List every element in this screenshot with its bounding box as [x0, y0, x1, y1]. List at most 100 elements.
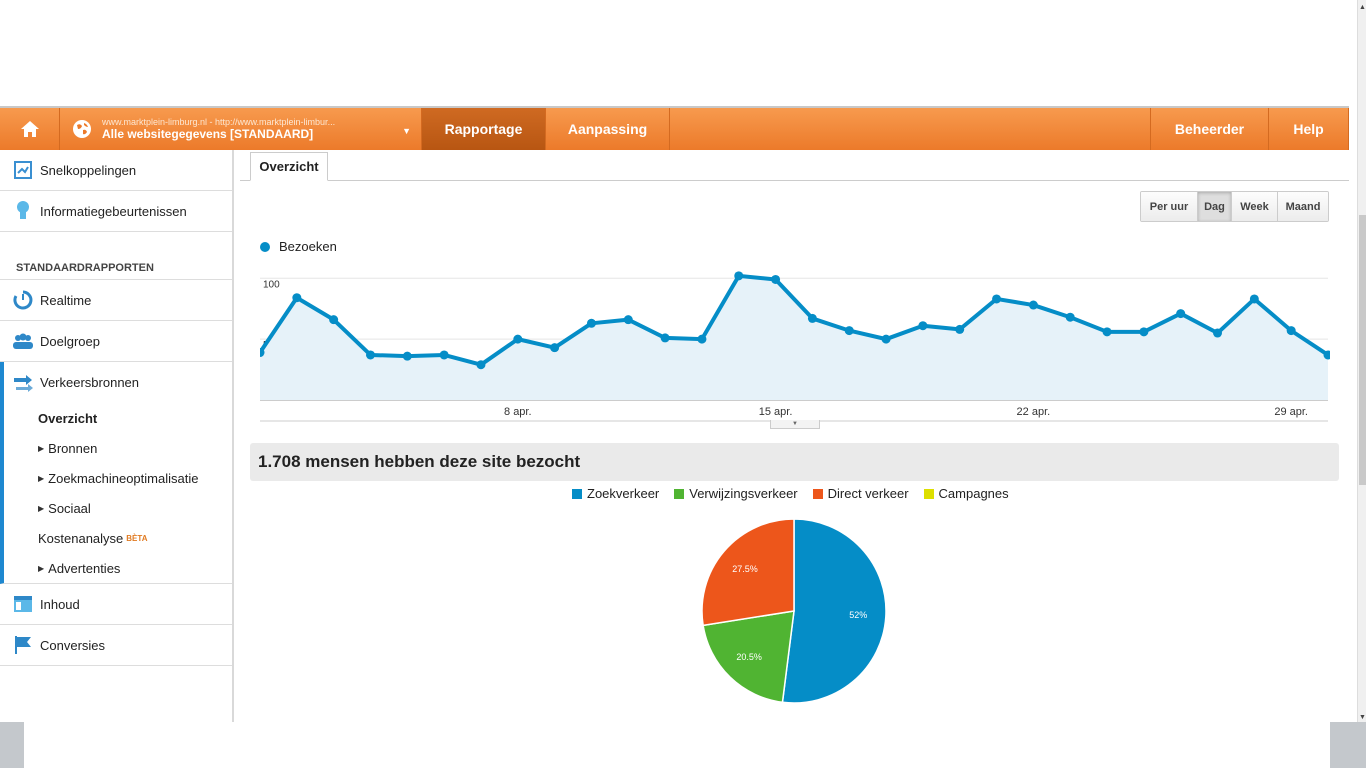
data-point	[550, 343, 560, 353]
data-point	[1102, 327, 1112, 337]
sidebar-item-snelkoppelingen[interactable]: Snelkoppelingen	[0, 150, 232, 191]
pie-legend-item[interactable]: Verwijzingsverkeer	[674, 486, 798, 501]
home-icon	[20, 121, 39, 137]
x-tick-label: 8 apr.	[504, 406, 532, 418]
account-selector[interactable]: www.marktplein-limburg.nl - http://www.m…	[60, 108, 422, 150]
sidebar: Snelkoppelingen Informatiegebeurtenissen…	[0, 150, 234, 722]
data-point	[292, 293, 302, 303]
sidebar-sub-overzicht[interactable]: Overzicht	[4, 403, 232, 433]
legend-label: Bezoeken	[279, 239, 337, 254]
content-icon	[12, 593, 34, 615]
period-per-uur[interactable]: Per uur	[1141, 192, 1198, 221]
y-tick-label: 100	[263, 279, 280, 290]
main-content: Overzicht Per uur Dag Week Maand Bezoeke…	[236, 150, 1349, 722]
data-point	[1028, 300, 1038, 310]
legend-swatch	[812, 488, 823, 499]
taskbar-edge-left	[0, 722, 24, 768]
pie-legend-item[interactable]: Zoekverkeer	[572, 486, 659, 501]
beta-badge: BÈTA	[126, 533, 148, 543]
data-point	[992, 294, 1002, 304]
pie-legend-item[interactable]: Direct verkeer	[812, 486, 909, 501]
sidebar-sub-label: Zoekmachineoptimalisatie	[48, 470, 199, 486]
data-point	[586, 318, 596, 328]
nav-beheerder[interactable]: Beheerder	[1151, 108, 1269, 150]
data-point	[734, 271, 744, 281]
data-point	[1176, 309, 1186, 319]
sidebar-sub-sociaal[interactable]: ▶ Sociaal	[4, 493, 232, 523]
tab-divider	[240, 180, 1349, 181]
bottom-strip	[0, 722, 1366, 768]
data-point	[1213, 328, 1223, 338]
sidebar-item-verkeersbronnen[interactable]: Verkeersbronnen	[4, 362, 232, 403]
legend-dot	[260, 241, 270, 252]
nav-rapportage[interactable]: Rapportage	[422, 108, 546, 150]
flag-icon	[12, 634, 34, 656]
data-point	[697, 334, 707, 344]
sidebar-item-label: Conversies	[40, 637, 106, 653]
lightbulb-icon	[12, 200, 34, 222]
sidebar-sub-label: Sociaal	[48, 500, 91, 516]
period-week[interactable]: Week	[1232, 192, 1278, 221]
sidebar-item-doelgroep[interactable]: Doelgroep	[0, 321, 232, 362]
data-point	[771, 274, 781, 284]
sidebar-item-informatiegebeurtenissen[interactable]: Informatiegebeurtenissen	[0, 191, 232, 232]
sidebar-sub-label: Kostenanalyse	[38, 530, 124, 546]
site-url: www.marktplein-limburg.nl - http://www.m…	[102, 117, 336, 127]
data-point	[881, 334, 891, 344]
scroll-thumb[interactable]	[1359, 215, 1366, 485]
chart-collapse-handle[interactable]: ▼	[770, 420, 820, 429]
sidebar-sub-advertenties[interactable]: ▶ Advertenties	[4, 553, 232, 583]
data-point	[439, 350, 449, 360]
line-chart-legend: Bezoeken	[260, 239, 337, 254]
sidebar-item-label: Doelgroep	[40, 333, 100, 349]
home-button[interactable]	[0, 108, 60, 150]
area-fill	[260, 275, 1328, 400]
sidebar-item-realtime[interactable]: Realtime	[0, 280, 232, 321]
visitors-summary: 1.708 mensen hebben deze site bezocht	[250, 443, 1339, 481]
legend-label: Campagnes	[938, 486, 1009, 501]
period-maand[interactable]: Maand	[1278, 192, 1328, 221]
visits-line-chart: 100508 apr.15 apr.22 apr.29 apr.	[260, 271, 1330, 422]
chevron-down-icon: ▼	[402, 126, 411, 136]
triangle-right-icon: ▶	[38, 443, 45, 453]
data-point	[844, 326, 854, 336]
nav-aanpassing[interactable]: Aanpassing	[546, 108, 670, 150]
sidebar-item-inhoud[interactable]: Inhoud	[0, 584, 232, 625]
sidebar-item-label: Realtime	[40, 292, 92, 308]
nav-help[interactable]: Help	[1269, 108, 1349, 150]
scroll-up-icon[interactable]: ▲	[1358, 2, 1366, 14]
shortcut-icon	[12, 159, 34, 181]
data-point	[329, 315, 339, 325]
triangle-right-icon: ▶	[38, 563, 45, 573]
triangle-right-icon: ▶	[38, 473, 45, 483]
data-point	[1249, 294, 1259, 304]
top-navigation-bar: www.marktplein-limburg.nl - http://www.m…	[0, 106, 1349, 150]
sidebar-sub-kostenanalyse[interactable]: Kostenanalyse BÈTA	[4, 523, 232, 553]
data-point	[660, 333, 670, 343]
triangle-right-icon: ▶	[38, 503, 45, 513]
browser-blank-area	[0, 0, 1360, 106]
x-tick-label: 22 apr.	[1017, 406, 1051, 418]
pie-legend: Zoekverkeer Verwijzingsverkeer Direct verk…	[572, 486, 1024, 501]
sidebar-sub-label: Advertenties	[48, 560, 121, 576]
pie-legend-item[interactable]: Campagnes	[923, 486, 1009, 501]
legend-label: Verwijzingsverkeer	[689, 486, 798, 501]
sidebar-item-conversies[interactable]: Conversies	[0, 625, 232, 666]
taskbar-edge-right	[1330, 722, 1366, 768]
data-point	[1065, 312, 1075, 322]
data-point	[955, 324, 965, 334]
tab-overzicht[interactable]: Overzicht	[250, 152, 328, 181]
realtime-icon	[12, 289, 34, 311]
verkeersbronnen-group: Verkeersbronnen Overzicht ▶ Bronnen ▶ Zoek…	[0, 362, 232, 584]
period-dag[interactable]: Dag	[1198, 192, 1232, 221]
sidebar-sub-bronnen[interactable]: ▶ Bronnen	[4, 433, 232, 463]
sidebar-item-label: Inhoud	[40, 596, 80, 612]
section-header: STANDAARDRAPPORTEN	[0, 232, 232, 280]
sidebar-sub-seo[interactable]: ▶ Zoekmachineoptimalisatie	[4, 463, 232, 493]
window-scrollbar[interactable]: ▲ ▼	[1357, 0, 1366, 730]
globe-icon	[73, 120, 91, 138]
traffic-sources-pie: 52% 20.5% 27.5%	[702, 518, 887, 704]
pie-slice-label: 27.5%	[732, 564, 758, 574]
sidebar-item-label: Informatiegebeurtenissen	[40, 203, 187, 219]
data-point	[513, 334, 523, 344]
